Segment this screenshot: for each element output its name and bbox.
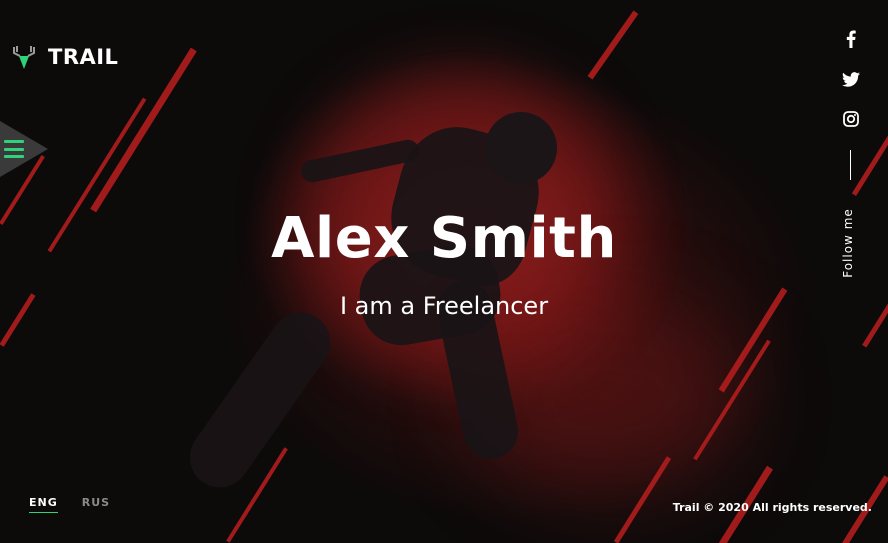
decorative-stripe <box>90 47 197 213</box>
social-links <box>842 30 860 128</box>
brand-name: TRAIL <box>48 45 119 69</box>
instagram-icon[interactable] <box>842 110 860 128</box>
follow-divider <box>850 150 851 180</box>
facebook-icon[interactable] <box>842 30 860 48</box>
hero-title: Alex Smith <box>271 206 617 271</box>
athlete-leg <box>178 300 342 500</box>
copyright-text: Trail © 2020 All rights reserved. <box>672 501 872 514</box>
language-option-rus[interactable]: RUS <box>82 496 110 513</box>
language-option-eng[interactable]: ENG <box>29 496 58 513</box>
decorative-stripe <box>587 10 639 80</box>
subtitle-prefix: I am a <box>339 292 416 320</box>
athlete-helmet <box>485 112 557 184</box>
decorative-stripe <box>851 133 888 197</box>
brand-logo[interactable]: TRAIL <box>10 44 118 70</box>
subtitle-role: Freelancer <box>422 292 549 320</box>
twitter-icon[interactable] <box>842 70 860 88</box>
language-switcher: ENG RUS <box>29 496 110 513</box>
deer-antler-icon <box>10 44 38 70</box>
hamburger-icon[interactable] <box>4 140 24 158</box>
hero-subtitle: I am a Freelancer <box>0 292 888 320</box>
hero-section: TRAIL Follow me Alex Smith I am a Freela… <box>0 0 888 543</box>
